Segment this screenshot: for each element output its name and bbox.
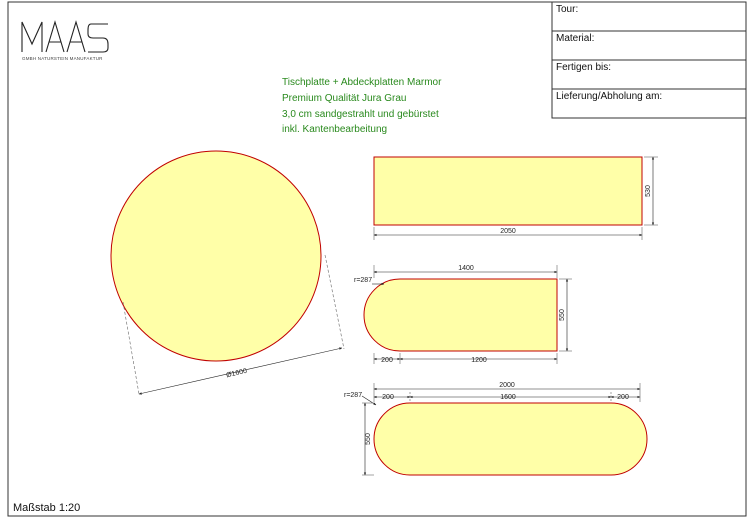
field-lieferung: Lieferung/Abholung am:: [556, 91, 662, 102]
half-round-top-label: 1400: [458, 265, 474, 272]
note-line-1: Tischplatte + Abdeckplatten Marmor: [282, 77, 442, 88]
half-round-part: 1400 r=287 550 200 1200: [354, 265, 572, 364]
rectangle-length-label: 2050: [500, 228, 516, 235]
half-round-shape: [363, 278, 558, 352]
half-round-radius-label: r=287: [354, 277, 372, 284]
notes: Tischplatte + Abdeckplatten Marmor Premi…: [282, 77, 442, 135]
scale-label: Maßstab 1:20: [13, 502, 80, 514]
field-material: Material:: [556, 33, 594, 44]
rectangle-part: 2050 530: [373, 156, 658, 240]
stadium-shape: [373, 402, 648, 476]
rectangle-width-label: 530: [645, 185, 652, 197]
field-tour: Tour:: [556, 4, 578, 15]
stadium-right-label: 200: [617, 394, 629, 401]
field-fertigen-bis: Fertigen bis:: [556, 62, 611, 73]
stadium-left-label: 200: [382, 394, 394, 401]
stadium-overall-label: 2000: [499, 382, 515, 389]
half-round-width-label: 550: [559, 309, 566, 321]
note-line-4: inkl. Kantenbearbeitung: [282, 124, 387, 135]
round-table-part: Ø1600: [110, 150, 345, 395]
maas-logo: GMBH NATURSTEIN MANUFAKTUR: [21, 20, 109, 61]
rectangle-shape: [373, 156, 643, 226]
round-table-shape: [110, 150, 322, 362]
stadium-middle-label: 1600: [500, 394, 516, 401]
logo-subtitle: GMBH NATURSTEIN MANUFAKTUR: [22, 56, 103, 61]
stadium-height-label: 550: [365, 433, 372, 445]
stadium-radius-label: r=287: [344, 392, 362, 399]
half-round-left-label: 200: [381, 357, 393, 364]
info-box: Tour: Material: Fertigen bis: Lieferung/…: [551, 1, 747, 119]
diameter-label: Ø1600: [226, 368, 248, 380]
note-line-2: Premium Qualität Jura Grau: [282, 93, 407, 104]
stadium-part: 2000 200 1600 200 r=287 550: [344, 382, 648, 476]
note-line-3: 3,0 cm sandgestrahlt und gebürstet: [282, 109, 439, 120]
drawing-sheet: GMBH NATURSTEIN MANUFAKTUR Tour: Materia…: [7, 1, 747, 517]
half-round-bottom-label: 1200: [471, 357, 487, 364]
